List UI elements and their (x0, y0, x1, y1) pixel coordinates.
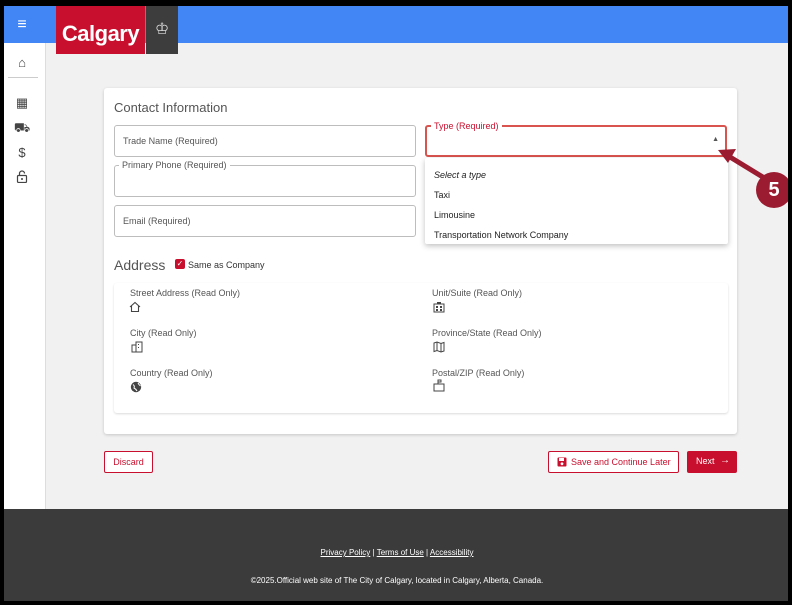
city-icon (131, 341, 143, 356)
postal-zip-label: Postal/ZIP (Read Only) (432, 368, 525, 378)
home-icon[interactable]: ⌂ (4, 55, 40, 70)
type-label: Type (Required) (431, 121, 502, 131)
option-limousine[interactable]: Limousine (434, 210, 475, 220)
address-section-title: Address (114, 257, 166, 273)
mailbox-icon (433, 379, 445, 395)
discard-button[interactable]: Discard (104, 451, 153, 473)
app-window: ≡ Calgary ♔ ⌂ ▦ ⛟ $ Contact Information … (0, 0, 792, 605)
footer-copyright: ©2025.Official web site of The City of C… (250, 576, 544, 585)
address-readonly-panel (114, 283, 728, 413)
next-button-label: Next (696, 456, 715, 466)
country-label: Country (Read Only) (130, 368, 213, 378)
type-select[interactable]: Type (Required) ▲ (425, 121, 727, 157)
building-icon[interactable]: ▦ (4, 95, 40, 111)
contact-section-title: Contact Information (114, 100, 228, 115)
same-as-company-label: Same as Company (188, 260, 265, 270)
lock-icon[interactable] (4, 170, 40, 186)
save-floppy-icon (557, 457, 567, 469)
map-icon (433, 341, 445, 356)
footer-links: Privacy Policy | Terms of Use | Accessib… (320, 548, 474, 557)
footer: Privacy Policy | Terms of Use | Accessib… (4, 509, 788, 601)
sidebar-divider (8, 77, 38, 78)
option-select-a-type[interactable]: Select a type (434, 170, 486, 180)
terms-of-use-link[interactable]: Terms of Use (377, 548, 424, 557)
callout-badge: 5 (756, 172, 788, 208)
arrow-right-icon: → (720, 455, 730, 466)
email-field[interactable]: Email (Required) (114, 205, 416, 237)
trade-name-field[interactable]: Trade Name (Required) (114, 125, 416, 157)
privacy-policy-link[interactable]: Privacy Policy (321, 548, 371, 557)
unit-suite-label: Unit/Suite (Read Only) (432, 288, 523, 298)
option-taxi[interactable]: Taxi (434, 190, 450, 200)
dollar-icon[interactable]: $ (4, 145, 40, 160)
save-and-continue-later-button[interactable]: Save and Continue Later (548, 451, 679, 473)
hamburger-menu-icon[interactable]: ≡ (10, 13, 34, 37)
trade-name-placeholder: Trade Name (Required) (123, 136, 218, 146)
save-and-continue-later-label: Save and Continue Later (571, 457, 671, 467)
calgary-logo[interactable]: Calgary (56, 6, 145, 54)
accessibility-link[interactable]: Accessibility (430, 548, 474, 557)
next-button[interactable]: Next → (687, 451, 737, 473)
primary-phone-field[interactable]: Primary Phone (Required) (114, 160, 416, 197)
primary-phone-label: Primary Phone (Required) (119, 160, 230, 170)
city-label: City (Read Only) (130, 328, 197, 338)
taxi-icon[interactable]: ⛟ (4, 120, 40, 138)
province-state-label: Province/State (Read Only) (432, 328, 542, 338)
home-outline-icon (129, 301, 141, 316)
sidebar: ⌂ ▦ ⛟ $ (4, 43, 46, 509)
option-transportation-network-company[interactable]: Transportation Network Company (434, 230, 568, 240)
same-as-company-checkbox[interactable]: ✓ (175, 259, 185, 269)
city-crest-icon: ♔ (146, 6, 178, 54)
apartment-icon (433, 301, 445, 316)
caret-up-icon: ▲ (712, 136, 719, 143)
globe-icon (130, 381, 142, 396)
email-placeholder: Email (Required) (123, 216, 191, 226)
type-dropdown-menu: Select a type Taxi Limousine Transportat… (425, 158, 728, 244)
street-address-label: Street Address (Read Only) (130, 288, 241, 298)
